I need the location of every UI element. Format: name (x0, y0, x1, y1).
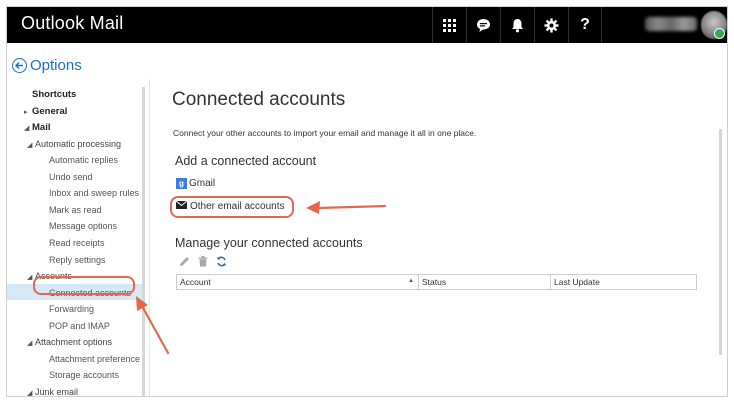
page-title: Connected accounts (172, 89, 346, 110)
sidebar-item-label: Read receipts (49, 237, 105, 248)
main-scrollbar[interactable] (719, 129, 722, 355)
app-title[interactable]: Outlook Mail (21, 13, 123, 34)
column-header-label: Account (180, 277, 211, 287)
apps-grid-icon[interactable] (432, 7, 466, 43)
edit-pencil-icon[interactable] (179, 256, 190, 267)
caret-down-icon: ◢ (27, 389, 33, 397)
caret-down-icon: ◢ (27, 340, 33, 348)
sidebar-item[interactable]: Read receipts (49, 238, 105, 248)
sidebar-item[interactable]: Inbox and sweep rules (49, 188, 139, 198)
connected-accounts-table: Account ▲ Status Last Update (176, 274, 697, 290)
bell-icon[interactable] (500, 7, 534, 43)
sidebar-item[interactable]: ◢ Mail (24, 122, 50, 133)
sidebar-scrollbar[interactable] (142, 87, 145, 396)
sidebar-item-label: Attachment preference (49, 353, 141, 364)
options-label: Options (30, 57, 82, 74)
help-icon[interactable]: ? (568, 7, 602, 43)
help-glyph: ? (580, 16, 590, 33)
sort-ascending-icon: ▲ (408, 278, 414, 284)
options-back-link[interactable]: Options (12, 57, 82, 74)
presence-status-icon (714, 28, 725, 39)
sidebar-item-label: Reply settings (49, 254, 106, 265)
highlight-connected-accounts (33, 276, 135, 295)
sidebar-item[interactable]: Forwarding (49, 304, 94, 314)
sidebar-item[interactable]: ◢ Attachment options (27, 337, 112, 347)
gmail-label: Gmail (189, 178, 216, 189)
sidebar-item[interactable]: Message options (49, 221, 117, 231)
back-arrow-icon (12, 58, 27, 73)
column-header-account[interactable]: Account ▲ (177, 275, 418, 289)
account-tools (179, 256, 235, 267)
column-header-label: Status (422, 277, 447, 287)
options-sidebar: Shortcuts ▸ General ◢ Mail ◢ Automatic process… (7, 79, 144, 397)
outlook-window: Outlook Mail ? Options Shortcuts ▸ Gener… (6, 6, 728, 397)
caret-down-icon: ◢ (27, 141, 33, 149)
trash-icon[interactable] (198, 256, 208, 267)
caret-right-icon: ▸ (24, 108, 28, 116)
sidebar-item-label: Attachment options (35, 337, 113, 348)
sidebar-item[interactable]: Storage accounts (49, 370, 119, 380)
sidebar-item-label: Junk email (35, 386, 79, 397)
top-bar: Outlook Mail ? (7, 7, 727, 43)
user-name-blurred[interactable] (645, 17, 697, 31)
add-account-heading: Add a connected account (175, 154, 317, 168)
sidebar-item[interactable]: Reply settings (49, 255, 106, 265)
sidebar-item[interactable]: Attachment preference (49, 354, 140, 364)
sidebar-item[interactable]: Undo send (49, 172, 93, 182)
sidebar-item[interactable]: ◢ Automatic processing (27, 139, 121, 149)
highlight-other-email-accounts (170, 196, 294, 218)
refresh-icon[interactable] (216, 256, 227, 267)
intro-text: Connect your other accounts to import yo… (173, 128, 477, 138)
pane-divider (149, 79, 150, 396)
sidebar-item[interactable]: ◢ Junk email (27, 386, 79, 397)
sidebar-item-label: Mark as read (49, 204, 102, 215)
sidebar-item[interactable]: POP and IMAP (49, 321, 110, 331)
sidebar-item-label: POP and IMAP (49, 320, 110, 331)
sidebar-item-label: Inbox and sweep rules (49, 188, 140, 199)
sidebar-item[interactable]: ▸ General (24, 106, 67, 117)
sidebar-item[interactable]: Shortcuts (32, 89, 76, 100)
column-header-status[interactable]: Status (418, 275, 550, 289)
manage-accounts-heading: Manage your connected accounts (175, 236, 363, 250)
gear-icon[interactable] (534, 7, 568, 43)
column-header-last-update[interactable]: Last Update (550, 275, 696, 289)
chat-icon[interactable] (466, 7, 500, 43)
sidebar-item[interactable]: Mark as read (49, 205, 102, 215)
sidebar-item-label: Mail (32, 122, 51, 134)
top-bar-icons: ? (432, 7, 602, 43)
sidebar-item-label: Undo send (49, 171, 93, 182)
gmail-link[interactable]: g Gmail (176, 178, 215, 189)
sidebar-item-label: Automatic processing (35, 138, 122, 149)
sidebar-item[interactable]: Automatic replies (49, 155, 118, 165)
sidebar-item-label: Storage accounts (49, 370, 120, 381)
sidebar-item-label: Shortcuts (32, 89, 77, 100)
caret-down-icon: ◢ (24, 125, 30, 133)
sidebar-item-label: Message options (49, 221, 118, 232)
sidebar-item-label: Automatic replies (49, 155, 119, 166)
column-header-label: Last Update (554, 277, 600, 287)
google-icon: g (176, 178, 187, 189)
sidebar-item-label: Forwarding (49, 304, 95, 315)
sidebar-item-label: General (32, 105, 68, 117)
